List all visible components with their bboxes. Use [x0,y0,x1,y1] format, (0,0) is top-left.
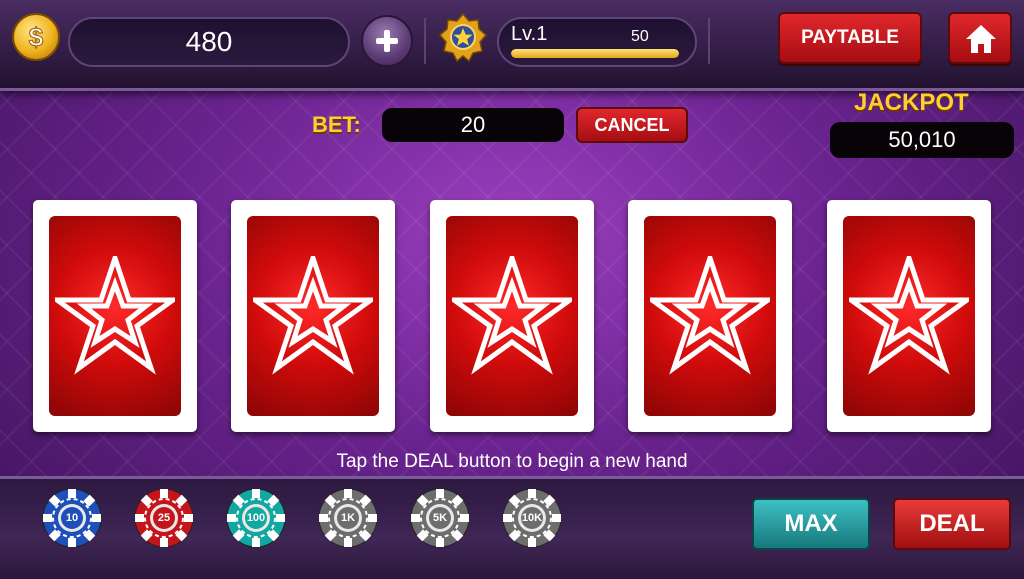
chip-value-label: 10 [65,512,79,524]
hint-text: Tap the DEAL button to begin a new hand [336,451,688,472]
top-bar: $ 480 Lv.1 50 PAYTABLE [0,0,1024,91]
chip-value-label: 25 [157,512,171,524]
coin-balance: 480 [68,17,350,67]
chip-10[interactable]: 10 [41,487,103,549]
level-progress-fill [511,49,679,58]
cancel-button[interactable]: CANCEL [576,107,688,143]
card-2[interactable] [231,200,395,432]
card-back [446,216,578,416]
star-icon [650,256,770,375]
chip-25[interactable]: 25 [133,487,195,549]
level-progress-bar [511,49,679,58]
level-value: 50 [631,28,649,45]
card-back [247,216,379,416]
jackpot-label: JACKPOT [854,89,969,116]
bet-label: BET: [312,112,361,137]
chip-10k[interactable]: 10K [501,487,563,549]
star-icon [253,256,373,375]
home-button[interactable] [948,12,1012,64]
level-label: Lv.1 [511,23,548,45]
star-icon [55,256,175,375]
max-bet-button[interactable]: MAX [752,498,870,550]
divider [708,18,710,64]
star-icon [849,256,969,375]
chip-value-label: 10K [521,512,543,524]
paytable-button[interactable]: PAYTABLE [778,12,922,64]
chip-5k[interactable]: 5K [409,487,471,549]
chip-value-label: 5K [432,512,448,524]
level-display: Lv.1 50 [497,17,697,67]
deal-button[interactable]: DEAL [893,498,1011,550]
star-badge-icon [438,12,488,63]
chip-value-label: 100 [246,512,266,524]
star-icon [452,256,572,375]
chip-100[interactable]: 100 [225,487,287,549]
card-back [843,216,975,416]
plus-icon [376,30,398,52]
divider [424,18,426,64]
dollar-coin-icon: $ [12,13,60,61]
card-3[interactable] [430,200,594,432]
card-1[interactable] [33,200,197,432]
chip-1k[interactable]: 1K [317,487,379,549]
card-5[interactable] [827,200,991,432]
svg-text:$: $ [29,22,44,52]
card-4[interactable] [628,200,792,432]
bet-amount: 20 [382,108,564,142]
add-coins-button[interactable] [361,15,413,67]
home-icon [966,25,996,53]
jackpot-amount: 50,010 [830,122,1014,158]
chip-value-label: 1K [340,512,356,524]
card-back [644,216,776,416]
card-back [49,216,181,416]
